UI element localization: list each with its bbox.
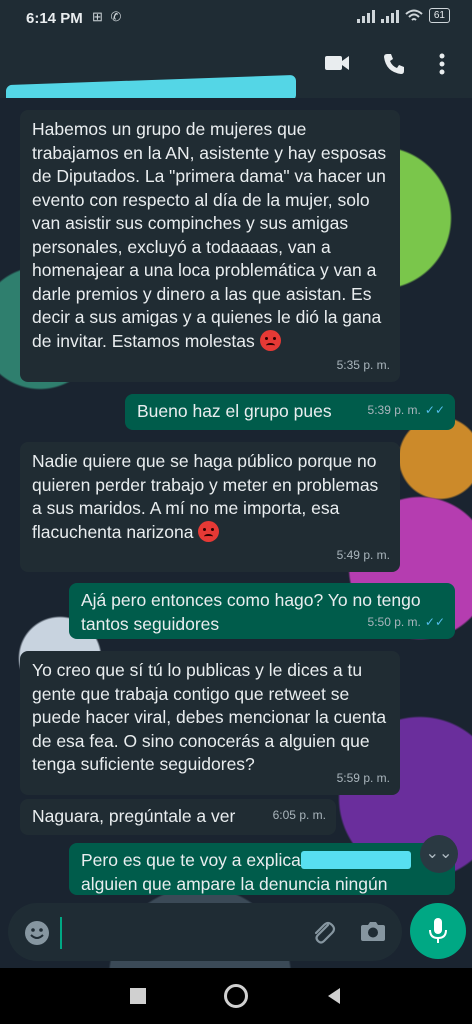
message-input[interactable] — [60, 917, 296, 949]
camera-icon[interactable] — [360, 919, 386, 943]
voice-message-button[interactable] — [410, 903, 466, 959]
video-camera-icon[interactable] — [324, 52, 350, 74]
notification-icons: ⊞ ✆ — [92, 9, 124, 24]
message-text: Pero es que te voy a explica — [81, 850, 301, 870]
message-incoming[interactable]: Yo creo que sí tú lo publicas y le dices… — [20, 651, 400, 795]
message-time: 6:05 p. m. — [272, 807, 326, 822]
message-outgoing[interactable]: Ajá pero entonces como hago? Yo no tengo… — [69, 583, 455, 639]
emoji-icon[interactable] — [24, 920, 50, 946]
message-time: 5:49 p. m. — [336, 547, 390, 562]
more-vertical-icon[interactable] — [438, 52, 446, 76]
read-receipt-icon: ✓✓ — [424, 402, 445, 417]
system-navigation-bar — [0, 968, 472, 1024]
message-time: 5:39 p. m. — [367, 402, 421, 417]
angry-face-emoji — [259, 329, 281, 351]
redacted-text — [300, 851, 411, 869]
message-meta: 5:39 p. m. ✓✓ — [368, 399, 445, 423]
message-text: Habemos un grupo de mujeres que trabajam… — [32, 119, 387, 351]
battery-indicator: 61 — [428, 8, 450, 23]
message-text-continued: alguien que ampare la denuncia ningún — [81, 873, 388, 894]
message-time: 5:50 p. m. — [367, 614, 421, 629]
wifi-icon — [405, 9, 423, 21]
home-button[interactable] — [224, 984, 248, 1008]
message-text: Naguara, pregúntale a ver — [32, 806, 236, 826]
chevron-down-icon: ⌄⌄ — [425, 845, 453, 862]
paperclip-icon[interactable] — [310, 919, 336, 945]
message-meta: 5:50 p. m. ✓✓ — [368, 611, 445, 635]
message-text: Bueno haz el grupo pues — [137, 401, 332, 421]
message-outgoing[interactable]: Pero es que te voy a explica alguien que… — [69, 843, 455, 895]
read-receipt-icon: ✓✓ — [424, 614, 445, 629]
signal-icon — [356, 9, 375, 23]
microphone-icon — [429, 918, 447, 943]
angry-face-emoji — [198, 520, 220, 542]
status-bar: 6:14 PM ⊞ ✆ 61 — [0, 0, 472, 36]
scroll-to-bottom-button[interactable]: ⌄⌄ — [420, 835, 458, 873]
message-outgoing[interactable]: Bueno haz el grupo pues 5:39 p. m. ✓✓ — [125, 394, 455, 430]
message-input-bar[interactable] — [8, 903, 402, 961]
chat-header[interactable] — [0, 36, 472, 112]
message-time: 5:59 p. m. — [336, 770, 390, 785]
back-button[interactable] — [326, 987, 342, 1005]
message-incoming[interactable]: Habemos un grupo de mujeres que trabajam… — [20, 110, 400, 382]
message-incoming[interactable]: Nadie quiere que se haga público porque … — [20, 442, 400, 572]
status-time: 6:14 PM — [26, 10, 83, 27]
message-incoming[interactable]: Naguara, pregúntale a ver 6:05 p. m. — [20, 799, 336, 835]
message-text: Yo creo que sí tú lo publicas y le dices… — [32, 660, 387, 774]
status-right: 61 — [356, 8, 450, 23]
phone-icon[interactable] — [382, 52, 406, 76]
message-time: 5:35 p. m. — [336, 357, 390, 372]
signal-icon-2 — [380, 9, 399, 23]
recent-apps-button[interactable] — [130, 988, 146, 1004]
